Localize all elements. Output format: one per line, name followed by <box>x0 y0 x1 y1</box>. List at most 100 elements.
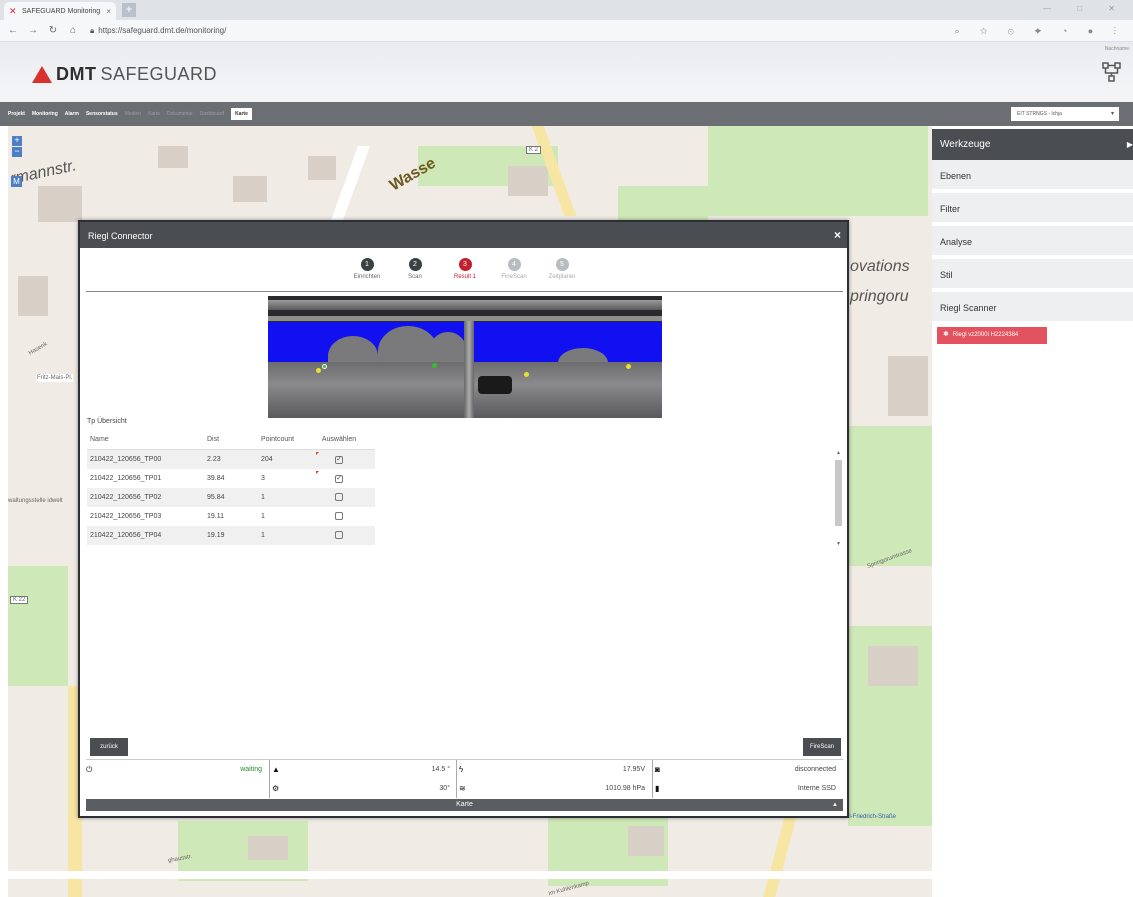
tp-table-title: Tp Übersicht <box>87 418 127 425</box>
col-dist[interactable]: Dist <box>204 436 258 443</box>
col-auswaehlen[interactable]: Auswählen <box>308 436 368 443</box>
col-name[interactable]: Name <box>87 436 204 443</box>
tab-close-icon[interactable]: × <box>106 7 111 16</box>
edit-flag-icon <box>316 471 319 474</box>
dmt-favicon-icon: ✕ <box>9 5 17 16</box>
scanner-badge[interactable]: ✱ Riegl vz2000i H2224384 <box>937 327 1047 344</box>
nav-dokumente[interactable]: Dokumente <box>167 111 193 117</box>
scroll-down-icon[interactable]: ▼ <box>835 541 842 547</box>
table-row[interactable]: 210422_120656_TP04 19.19 1 <box>87 526 375 545</box>
cell-pointcount: 1 <box>261 532 265 539</box>
caret-right-icon: ▶ <box>1126 140 1133 149</box>
panel-filter[interactable]: Filter <box>932 193 1133 224</box>
step-label: Zeitplaner <box>548 274 576 280</box>
table-row[interactable]: 210422_120656_TP00 2.23 204 ✓ <box>87 450 375 469</box>
nav-projekt[interactable]: Projekt <box>8 111 25 117</box>
camera-icon: ◙ <box>655 765 660 774</box>
nav-karte-active[interactable]: Karte <box>231 108 252 120</box>
power-icon: ⏻ <box>86 764 93 774</box>
cell-select <box>308 530 368 541</box>
dialog-title-bar: Riegl Connector × <box>80 222 847 248</box>
home-icon[interactable]: ⌂ <box>66 25 80 36</box>
row-checkbox[interactable] <box>335 492 343 501</box>
lightning-icon: ϟ <box>459 765 464 774</box>
karte-footer-bar[interactable]: Karte ▲ <box>86 799 843 811</box>
back-button[interactable]: zurück <box>90 738 128 756</box>
reload-icon[interactable]: ↻ <box>46 25 60 36</box>
project-select-value: EIT STRNGS - Ichja <box>1017 111 1062 117</box>
cell-name: 210422_120656_TP01 <box>90 475 162 482</box>
nav-dashboard[interactable]: Dashboard <box>200 111 224 117</box>
nav-karte-dim[interactable]: Karte <box>148 111 160 117</box>
cell-pointcount: 204 <box>261 456 273 463</box>
zoom-out-button[interactable]: − <box>12 147 22 157</box>
forward-icon[interactable]: → <box>26 25 40 36</box>
tp-marker[interactable] <box>316 368 321 373</box>
caret-up-icon: ▲ <box>832 802 838 808</box>
panel-stil[interactable]: Stil <box>932 259 1133 290</box>
firescan-button[interactable]: FireScan <box>803 738 841 756</box>
scroll-up-icon[interactable]: ▲ <box>835 450 842 456</box>
tp-marker[interactable] <box>524 372 529 377</box>
scan-panorama-image[interactable] <box>268 296 662 418</box>
window-controls[interactable]: — □ ✕ <box>1043 4 1127 13</box>
cell-dist: 39.84 <box>207 475 225 482</box>
map-label-fritz: Fritz-Mais-Pl. <box>36 374 74 382</box>
nav-monitoring[interactable]: Monitoring <box>32 111 58 117</box>
map-layer-button[interactable]: M <box>11 176 22 187</box>
close-icon[interactable]: × <box>834 228 841 242</box>
zoom-in-button[interactable]: + <box>12 136 22 146</box>
row-checkbox[interactable] <box>335 530 343 539</box>
row-checkbox[interactable]: ✓ <box>335 455 343 464</box>
tp-marker[interactable] <box>626 364 631 369</box>
edit-flag-icon <box>316 452 319 455</box>
user-name[interactable]: Nachname <box>1105 46 1129 52</box>
wizard-steps: 1 Einrichten 2 Scan 3 Result 1 4 FineSca… <box>80 258 847 288</box>
table-scrollbar[interactable]: ▲ ▼ <box>835 450 843 547</box>
map-label-verwaltung: waltungsstelle idwelt <box>8 498 63 504</box>
back-icon[interactable]: ← <box>6 25 20 36</box>
row-checkbox[interactable] <box>335 511 343 520</box>
panel-riegl-scanner[interactable]: Riegl Scanner <box>932 292 1133 323</box>
cell-dist: 95.84 <box>207 494 225 501</box>
new-tab-button[interactable]: + <box>122 3 136 17</box>
lock-icon: 🔒︎ <box>90 25 95 35</box>
status-power: ⏻ waiting <box>86 760 266 779</box>
panel-werkzeuge[interactable]: Werkzeuge ▶ <box>932 129 1133 160</box>
map-label-innovations: ovations <box>850 258 910 275</box>
browser-tab[interactable]: ✕ SAFEGUARD Monitoring × <box>4 2 116 20</box>
tp-marker[interactable] <box>322 364 327 369</box>
table-row[interactable]: 210422_120656_TP03 19.11 1 <box>87 507 375 526</box>
brand-light: SAFEGUARD <box>100 64 218 84</box>
tab-title: SAFEGUARD Monitoring <box>22 7 101 15</box>
wind-icon: ≋ <box>459 784 466 793</box>
scrollbar-thumb[interactable] <box>835 460 842 526</box>
panel-ebenen[interactable]: Ebenen <box>932 160 1133 191</box>
status-pressure-value: 1010.98 hPa <box>605 785 645 792</box>
status-tilt-value: 14.5 ° <box>431 766 450 773</box>
browser-toolbar-icons[interactable]: ⌕ ☆ ⊙ ✦ ◔ ● ⋮ <box>954 26 1125 37</box>
status-storage: ▮ Interne SSD <box>655 779 840 798</box>
step-number: 2 <box>408 258 422 271</box>
nav-medien[interactable]: Medien <box>125 111 141 117</box>
status-tilt: ▲ 14.5 ° <box>272 760 454 779</box>
brand-bold: DMT <box>56 64 97 84</box>
project-select[interactable]: EIT STRNGS - Ichja ▾ <box>1011 107 1119 121</box>
tp-marker[interactable] <box>432 363 437 368</box>
nav-sensorstatus[interactable]: Sensorstatus <box>86 111 118 117</box>
step-zeitplaner[interactable]: 5 Zeitplaner <box>532 258 592 280</box>
cell-dist: 2.23 <box>207 456 221 463</box>
table-row[interactable]: 210422_120656_TP01 39.84 3 ✓ <box>87 469 375 488</box>
dmt-logo[interactable]: DMT SAFEGUARD <box>32 64 217 85</box>
app-header: DMT SAFEGUARD Nachname <box>0 42 1133 102</box>
row-checkbox[interactable]: ✓ <box>335 474 343 483</box>
table-row[interactable]: 210422_120656_TP02 95.84 1 <box>87 488 375 507</box>
cell-select <box>308 511 368 522</box>
network-icon[interactable] <box>1101 60 1123 84</box>
url-field[interactable]: 🔒︎ https://safeguard.dmt.de/monitoring/ <box>90 26 226 36</box>
col-pointcount[interactable]: Pointcount <box>258 436 308 443</box>
right-panel: Werkzeuge ▶ Ebenen Filter Analyse Stil R… <box>932 126 1133 897</box>
cell-pointcount: 1 <box>261 513 265 520</box>
nav-alarm[interactable]: Alarm <box>65 111 79 117</box>
panel-analyse[interactable]: Analyse <box>932 226 1133 257</box>
